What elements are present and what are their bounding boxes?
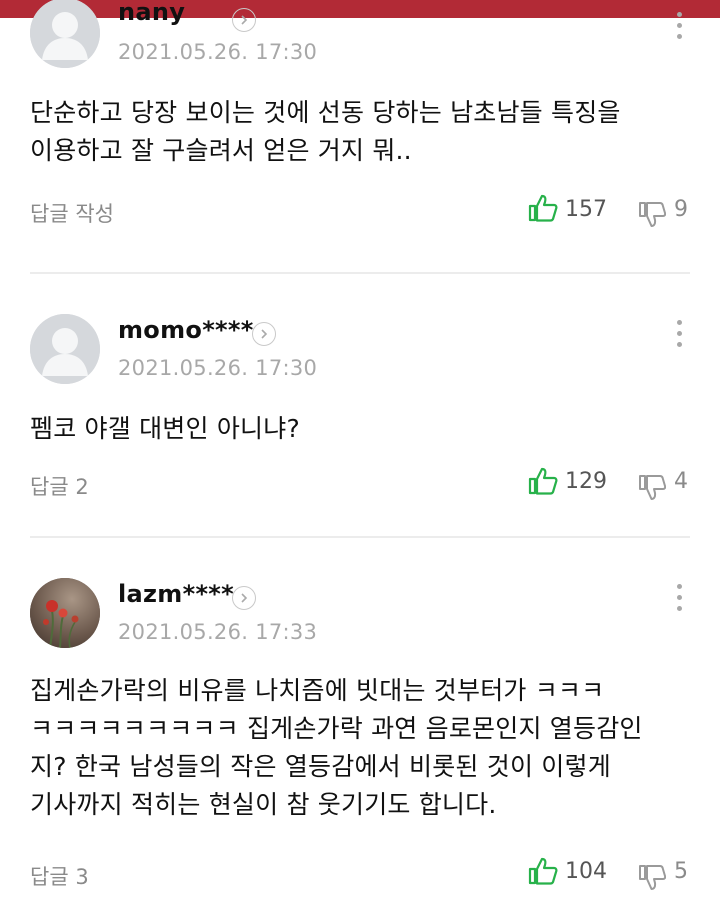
like-count: 157 xyxy=(565,197,607,222)
comment-author[interactable]: nany xyxy=(118,0,185,26)
thumbs-up-icon[interactable] xyxy=(528,857,558,885)
comment-author[interactable]: momo**** xyxy=(118,316,254,344)
thumbs-down-icon[interactable] xyxy=(638,473,666,501)
comment-timestamp: 2021.05.26. 17:33 xyxy=(118,620,318,644)
comment-item: nany 2021.05.26. 17:30 단순하고 당장 보이는 것에 선동… xyxy=(0,0,720,272)
profile-chevron-icon[interactable] xyxy=(232,8,256,32)
reply-button[interactable]: 답글 3 xyxy=(30,861,89,891)
avatar[interactable] xyxy=(30,578,100,648)
avatar[interactable] xyxy=(30,0,100,68)
comment-author[interactable]: lazm**** xyxy=(118,580,234,608)
reply-button[interactable]: 답글 작성 xyxy=(30,198,114,228)
comment-item: momo**** 2021.05.26. 17:30 펨코 야갤 대변인 아니냐… xyxy=(0,274,720,536)
comment-timestamp: 2021.05.26. 17:30 xyxy=(118,356,318,380)
more-options-icon[interactable] xyxy=(676,320,684,353)
flower-photo-avatar xyxy=(30,578,100,648)
like-count: 104 xyxy=(565,859,607,884)
default-avatar-icon xyxy=(30,314,100,384)
comment-item: lazm**** 2021.05.26. 17:33 집게손가락의 비유를 나치… xyxy=(0,538,720,898)
comment-timestamp: 2021.05.26. 17:30 xyxy=(118,40,318,64)
profile-chevron-icon[interactable] xyxy=(232,586,256,610)
dislike-count: 5 xyxy=(674,859,688,884)
avatar[interactable] xyxy=(30,314,100,384)
thumbs-down-icon[interactable] xyxy=(638,863,666,891)
like-count: 129 xyxy=(565,469,607,494)
comment-text: 단순하고 당장 보이는 것에 선동 당하는 남초남들 특징을 이용하고 잘 구슬… xyxy=(30,98,621,165)
thumbs-down-icon[interactable] xyxy=(638,200,666,228)
more-options-icon[interactable] xyxy=(676,584,684,617)
thumbs-up-icon[interactable] xyxy=(528,467,558,495)
more-options-icon[interactable] xyxy=(676,12,684,45)
dislike-count: 4 xyxy=(674,469,688,494)
thumbs-up-icon[interactable] xyxy=(528,194,558,222)
comment-text: 펨코 야갤 대변인 아니냐? xyxy=(30,414,300,443)
default-avatar-icon xyxy=(30,0,100,68)
comment-text: 집게손가락의 비유를 나치즘에 빗대는 것부터가 ㅋㅋㅋ ㅋㅋㅋㅋㅋㅋㅋㅋㅋ 집… xyxy=(30,676,643,819)
dislike-count: 9 xyxy=(674,197,688,222)
reply-button[interactable]: 답글 2 xyxy=(30,471,89,501)
profile-chevron-icon[interactable] xyxy=(252,322,276,346)
